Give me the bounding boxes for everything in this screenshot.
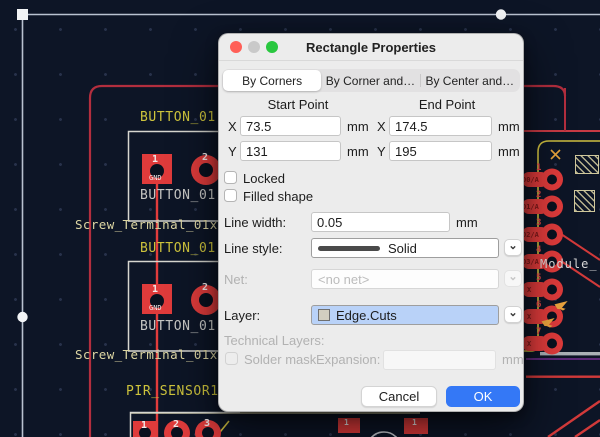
dialog-titlebar[interactable]: Rectangle Properties <box>219 34 523 61</box>
line-style-dropdown-button[interactable]: ⌄ <box>504 239 522 256</box>
pin-label: D0/A <box>522 176 539 184</box>
tab-by-corners[interactable]: By Corners <box>223 70 322 91</box>
pin-number: 6 <box>536 300 542 310</box>
solid-line-icon <box>318 245 380 251</box>
net-combo: <no net> <box>311 269 499 289</box>
pad-number: 2 <box>202 282 209 293</box>
tab-by-center-and[interactable]: By Center and… <box>421 70 519 91</box>
purple-line <box>526 358 600 360</box>
pin-number: 2 <box>536 190 542 200</box>
chevron-down-icon: ⌄ <box>508 270 518 283</box>
layer-dropdown-button[interactable]: ⌄ <box>504 306 522 323</box>
pin-label: D3/A <box>522 258 539 266</box>
pin-label: X <box>527 340 532 348</box>
line-width-unit: mm <box>456 215 478 230</box>
locked-label: Locked <box>243 171 285 186</box>
fab-circle <box>370 431 398 437</box>
start-y-input[interactable] <box>240 141 341 161</box>
filled-shape-label: Filled shape <box>243 189 314 204</box>
footprint-refdes[interactable]: BUTTON_01 <box>140 111 216 124</box>
dialog-title: Rectangle Properties <box>305 40 437 55</box>
pad-number: 2 <box>173 419 180 430</box>
start-y-label: Y <box>228 144 237 159</box>
pad-number: 1 <box>141 420 148 431</box>
module-name[interactable]: Module_ <box>540 258 598 270</box>
net-label: Net: <box>224 272 248 287</box>
hatched-zone[interactable] <box>574 190 595 212</box>
end-point-heading: End Point <box>418 97 476 112</box>
end-x-input[interactable] <box>389 116 492 136</box>
chevron-down-icon: ⌄ <box>508 239 518 252</box>
pad-number: 1 <box>152 284 159 295</box>
technical-layers-heading: Technical Layers: <box>224 333 325 348</box>
origin-cross <box>550 149 561 160</box>
tab-by-corner-and[interactable]: By Corner and… <box>321 70 419 91</box>
pin-number: 5 <box>536 273 542 283</box>
layer-label: Layer: <box>224 308 261 323</box>
pin-number: 1 <box>536 163 542 173</box>
pad-number: 2 <box>202 152 209 163</box>
end-x-label: X <box>377 119 386 134</box>
solder-mask-checkbox <box>225 352 238 365</box>
pad-net-label: GND <box>149 174 162 182</box>
pad-number: 1 <box>344 418 349 427</box>
start-point-heading: Start Point <box>267 97 329 112</box>
pin-label: X <box>527 286 532 294</box>
footprint-fab-text[interactable]: BUTTON_01 <box>140 189 216 202</box>
locked-checkbox[interactable] <box>224 171 237 184</box>
expansion-unit: mm <box>502 352 524 367</box>
net-dropdown-button: ⌄ <box>504 270 522 287</box>
line-width-label: Line width: <box>224 215 287 230</box>
pin-label: X <box>527 313 532 321</box>
ok-button[interactable]: OK <box>446 386 520 407</box>
pad-net-label: GND <box>149 304 162 312</box>
pin-label: D1/A <box>522 203 539 211</box>
end-y-unit: mm <box>498 144 520 159</box>
line-style-label: Line style: <box>224 241 283 256</box>
layer-color-swatch <box>318 309 330 321</box>
pin-number: 4 <box>536 245 542 255</box>
end-x-unit: mm <box>498 119 520 134</box>
filled-shape-checkbox[interactable] <box>224 189 237 202</box>
start-y-unit: mm <box>347 144 369 159</box>
pin-label: D2/A <box>522 231 539 239</box>
pin-number: 3 <box>536 218 542 228</box>
pad-number: 1 <box>152 154 159 165</box>
end-y-input[interactable] <box>389 141 492 161</box>
cancel-button[interactable]: Cancel <box>361 386 437 407</box>
pad-number: 1 <box>412 418 417 427</box>
start-x-input[interactable] <box>240 116 341 136</box>
end-y-label: Y <box>377 144 386 159</box>
rectangle-properties-dialog: Rectangle Properties By Corners By Corne… <box>218 33 524 412</box>
chevron-down-icon: ⌄ <box>508 306 518 319</box>
footprint-value[interactable]: Screw_Terminal_01x <box>75 348 218 362</box>
footprint-value[interactable]: Screw_Terminal_01x <box>75 218 218 232</box>
mode-tabs: By Corners By Corner and… By Center and… <box>222 69 520 92</box>
hatched-zone[interactable] <box>575 155 599 174</box>
footprint-fab-text[interactable]: BUTTON_01 <box>140 320 216 333</box>
layer-combo[interactable]: Edge.Cuts <box>311 305 499 325</box>
expansion-label: Expansion: <box>316 352 381 367</box>
footprint-refdes[interactable]: PIR_SENSOR1 <box>126 385 219 398</box>
line-style-combo[interactable]: Solid <box>311 238 499 258</box>
footprint-refdes[interactable]: BUTTON_01 <box>140 242 216 255</box>
pin-number: 7 <box>536 327 542 337</box>
pad-number: 3 <box>204 418 211 429</box>
solder-mask-label: Solder mask <box>244 352 317 367</box>
start-x-label: X <box>228 119 237 134</box>
start-x-unit: mm <box>347 119 369 134</box>
line-width-input[interactable] <box>311 212 450 232</box>
expansion-input <box>383 350 496 370</box>
